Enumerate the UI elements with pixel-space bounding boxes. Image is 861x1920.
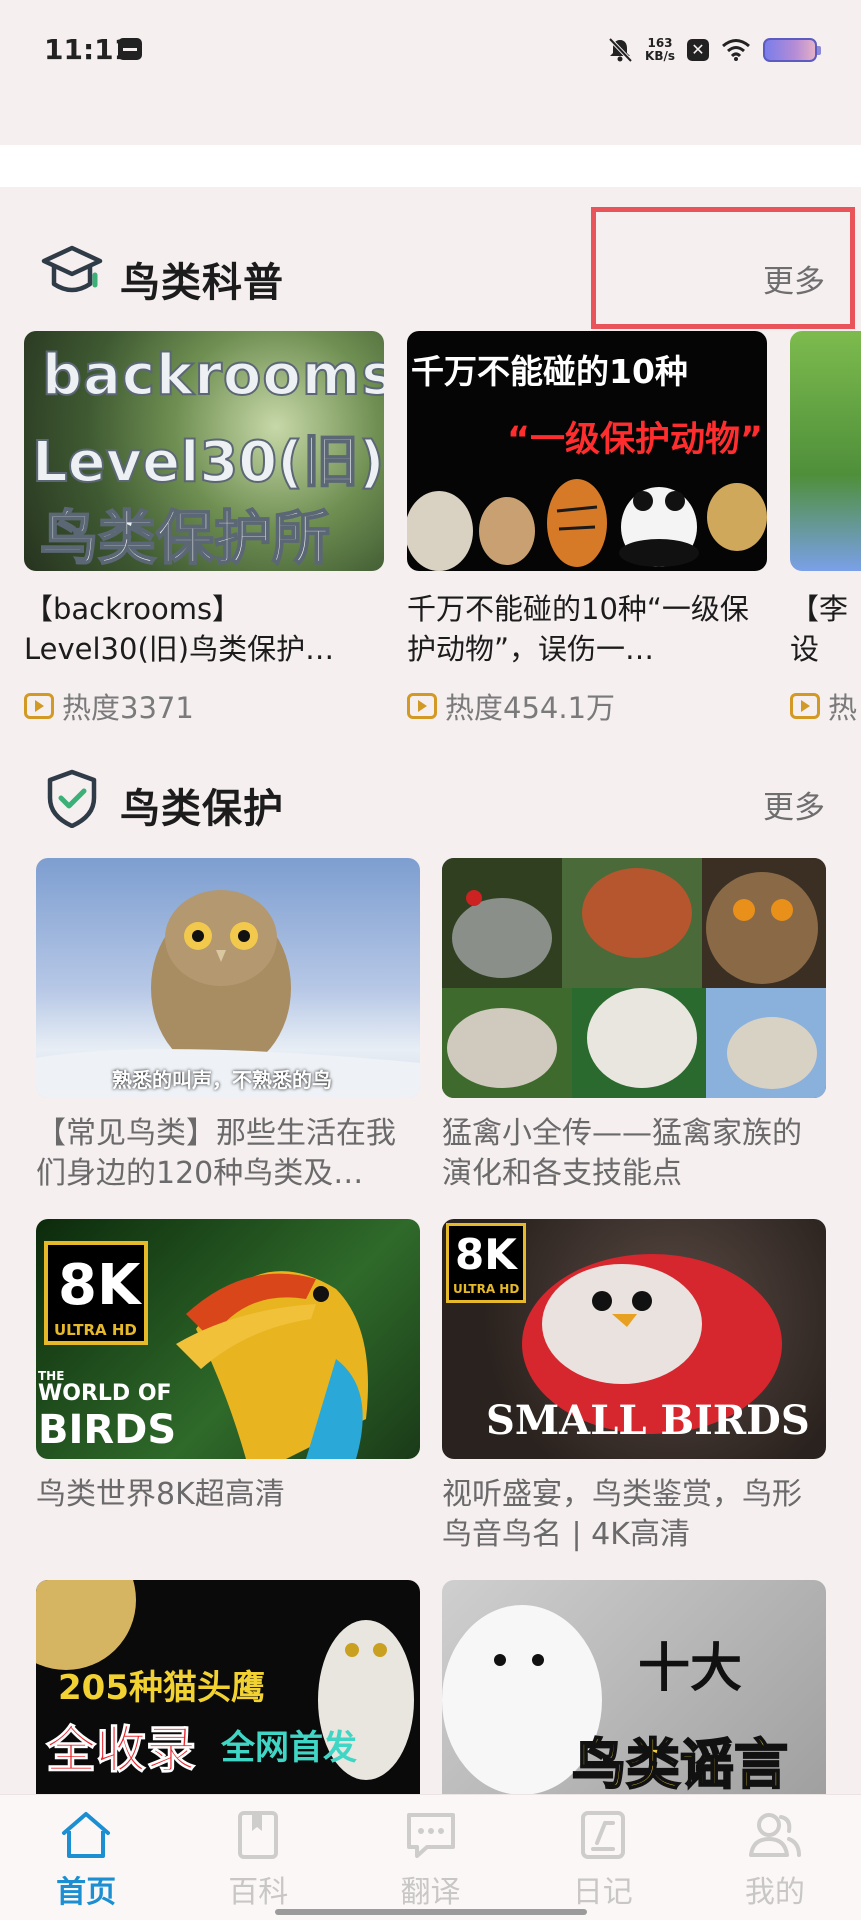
video-thumbnail[interactable]: 千万不能碰的10种 “一级保护动物” xyxy=(407,331,767,571)
protection-card-1[interactable]: 熟悉的叫声，不熟悉的鸟 【常见鸟类】那些生活在我们身边的120种鸟类及… xyxy=(36,858,420,1194)
badge-ultra-hd: ULTRA HD xyxy=(453,1282,520,1296)
nav-item-translate[interactable]: 翻译 xyxy=(344,1795,516,1920)
nav-label-translate: 翻译 xyxy=(400,1875,461,1910)
video-title[interactable]: 视听盛宴，鸟类鉴赏，鸟形鸟音鸟名 | 4K高清 xyxy=(442,1475,826,1555)
thumb-caption: 熟悉的叫声，不熟悉的鸟 xyxy=(112,1068,332,1092)
video-play-icon xyxy=(790,693,820,719)
thumb-text: 鸟类谣言 xyxy=(571,1732,789,1797)
message-notification-icon xyxy=(118,38,142,60)
heat-count: 热度454.1万 xyxy=(445,691,616,725)
video-thumbnail[interactable] xyxy=(442,858,826,1098)
x-status-icon: ✕ xyxy=(687,39,709,61)
home-icon xyxy=(62,1812,111,1858)
thumb-text: 十大 xyxy=(638,1639,743,1699)
video-thumbnail[interactable]: 8K ULTRA HD THE WORLD OF BIRDS xyxy=(36,1219,420,1459)
video-thumbnail[interactable] xyxy=(790,331,861,571)
protection-card-2[interactable]: 猛禽小全传——猛禽家族的演化和各支技能点 xyxy=(442,858,826,1194)
8k-badge: 8K ULTRA HD xyxy=(446,1223,526,1303)
bell-muted-icon xyxy=(608,37,633,63)
section-science-title: 鸟类科普 xyxy=(120,260,284,306)
video-play-icon xyxy=(24,693,54,719)
video-title[interactable]: 鸟类世界8K超高清 xyxy=(36,1475,420,1555)
protection-card-4[interactable]: 8K ULTRA HD SMALL BIRDS 视听盛宴，鸟类鉴赏，鸟形鸟音鸟名… xyxy=(442,1219,826,1555)
animals-illustration xyxy=(407,479,767,571)
science-card-2[interactable]: 千万不能碰的10种 “一级保护动物” 千万不能碰的10种“一级保护动物”，误伤一… xyxy=(407,331,767,727)
badge-ultra-hd: ULTRA HD xyxy=(54,1321,137,1339)
wifi-icon xyxy=(722,39,750,61)
video-thumbnail[interactable]: 8K ULTRA HD SMALL BIRDS xyxy=(442,1219,826,1459)
video-thumbnail[interactable]: 十大 鸟类谣言 xyxy=(442,1580,826,1820)
heat-count: 热度3371 xyxy=(62,691,194,725)
nav-item-profile[interactable]: 我的 xyxy=(689,1795,861,1920)
raptor-collage-illustration xyxy=(442,858,826,1098)
bottom-navigation: 首页 百科 翻译 日记 我的 xyxy=(0,1794,861,1920)
heat-count: 热 xyxy=(828,691,858,725)
thumb-text: backrooms xyxy=(41,342,384,409)
chat-icon xyxy=(406,1813,455,1858)
protection-card-6[interactable]: 十大 鸟类谣言 xyxy=(442,1580,826,1820)
search-area-strip xyxy=(0,145,861,187)
nav-label-diary: 日记 xyxy=(572,1875,633,1910)
network-speed-unit: KB/s xyxy=(645,49,675,63)
nav-label-home: 首页 xyxy=(56,1875,117,1910)
video-title[interactable]: 千万不能碰的10种“一级保护动物”，误伤一… xyxy=(407,589,767,669)
video-title[interactable]: 【backrooms】Level30(旧)鸟类保护… xyxy=(24,589,384,669)
8k-badge: 8K ULTRA HD xyxy=(44,1241,148,1345)
nav-item-home[interactable]: 首页 xyxy=(0,1795,172,1920)
owl-illustration xyxy=(36,890,420,1098)
graduation-cap-icon xyxy=(41,245,103,293)
video-thumbnail[interactable]: 205种猫头鹰 全收录 全网首发 xyxy=(36,1580,420,1820)
diary-icon xyxy=(580,1811,625,1859)
thumb-text: Level30(旧) xyxy=(31,429,384,496)
section-protection-title: 鸟类保护 xyxy=(120,786,284,832)
video-title[interactable]: 猛禽小全传——猛禽家族的演化和各支技能点 xyxy=(442,1114,826,1194)
thumb-text: 全收录 xyxy=(46,1721,197,1780)
badge-8k: 8K xyxy=(455,1230,517,1279)
thumb-big: SMALL BIRDS xyxy=(486,1397,810,1444)
thumb-text: 全网首发 xyxy=(221,1728,357,1768)
protection-card-5[interactable]: 205种猫头鹰 全收录 全网首发 xyxy=(36,1580,420,1820)
protection-card-3[interactable]: 8K ULTRA HD THE WORLD OF BIRDS 鸟类世界8K超高清 xyxy=(36,1219,420,1555)
battery-icon xyxy=(763,38,821,62)
status-bar: 11:11 163 KB/s ✕ xyxy=(0,0,861,100)
nav-label-encyclopedia: 百科 xyxy=(228,1875,289,1910)
status-indicators: 163 KB/s ✕ xyxy=(607,30,821,70)
video-meta: 热度454.1万 xyxy=(407,685,767,727)
video-title[interactable]: 【李 设 xyxy=(790,589,850,669)
profile-icon xyxy=(748,1813,801,1857)
nav-item-encyclopedia[interactable]: 百科 xyxy=(172,1795,344,1920)
nav-item-diary[interactable]: 日记 xyxy=(517,1795,689,1920)
nav-label-profile: 我的 xyxy=(744,1875,805,1910)
shield-check-icon xyxy=(47,769,97,828)
section-protection-header: 鸟类保护 更多 xyxy=(0,758,861,838)
video-thumbnail[interactable]: backrooms Level30(旧) 鸟类保护所 xyxy=(24,331,384,571)
video-meta: 热度3371 xyxy=(24,685,384,727)
section-protection-more-link[interactable]: 更多 xyxy=(763,782,825,827)
badge-8k: 8K xyxy=(58,1253,141,1318)
thumb-text: 205种猫头鹰 xyxy=(58,1668,265,1708)
science-card-1[interactable]: backrooms Level30(旧) 鸟类保护所 【backrooms】Le… xyxy=(24,331,384,727)
thumb-big: BIRDS xyxy=(38,1407,177,1453)
network-speed: 163 KB/s xyxy=(645,37,675,63)
video-title[interactable]: 【常见鸟类】那些生活在我们身边的120种鸟类及… xyxy=(36,1114,420,1194)
book-icon xyxy=(238,1811,279,1859)
video-play-icon xyxy=(407,693,437,719)
gesture-home-bar[interactable] xyxy=(275,1909,587,1915)
science-card-3-partial[interactable]: 【李 设 热 xyxy=(790,331,861,727)
thumb-text: 鸟类保护所 xyxy=(39,503,331,571)
video-meta: 热 xyxy=(790,685,861,727)
more-highlight-annotation xyxy=(591,207,855,329)
thumb-sub: WORLD OF xyxy=(38,1381,172,1406)
video-thumbnail[interactable]: 熟悉的叫声，不熟悉的鸟 xyxy=(36,858,420,1098)
